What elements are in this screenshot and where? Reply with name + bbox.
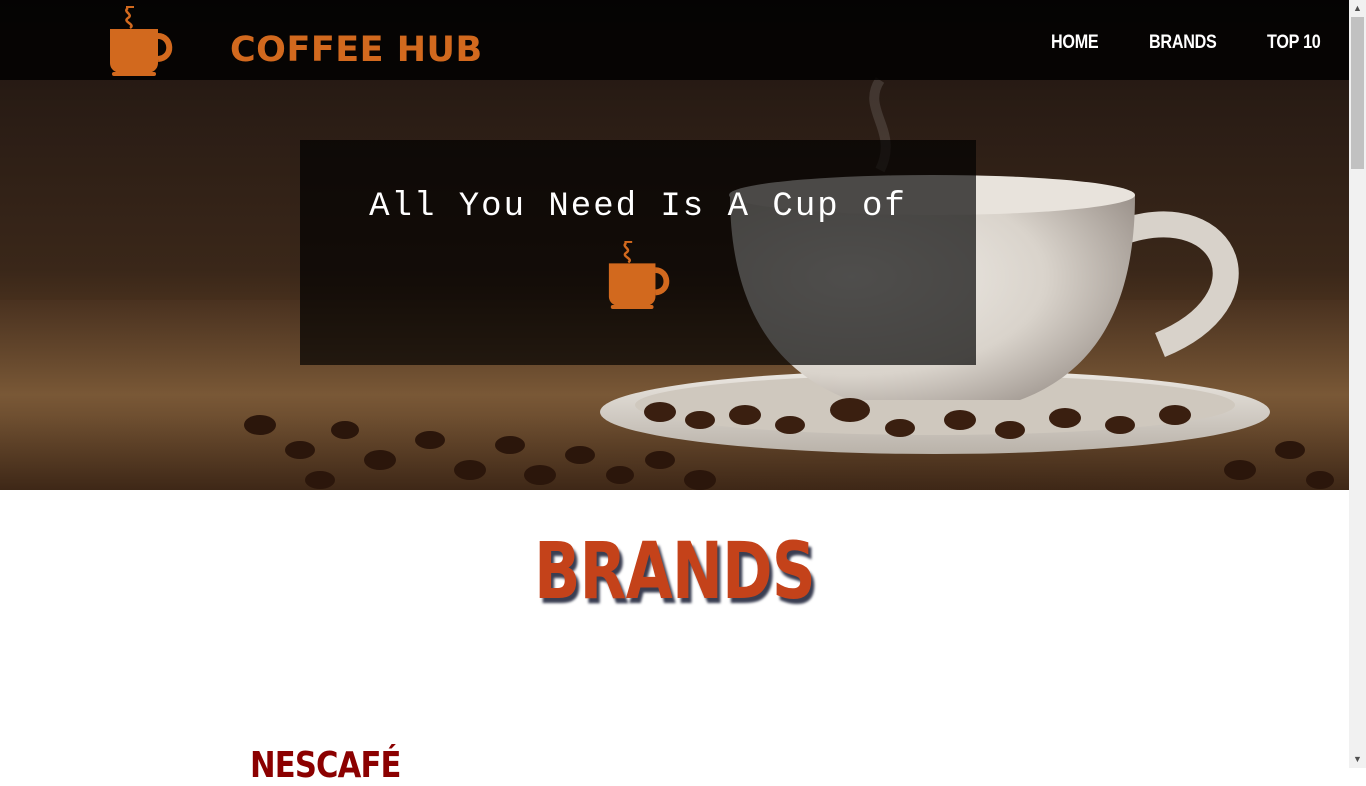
vertical-scrollbar[interactable]: ▲ ▼ [1349, 0, 1366, 768]
scrollbar-thumb[interactable] [1351, 17, 1364, 169]
nav-link-brands[interactable]: BRANDS [1149, 32, 1217, 54]
scroll-down-arrow-icon[interactable]: ▼ [1349, 751, 1366, 768]
coffee-cup-icon [608, 241, 670, 309]
hero-tagline: All You Need Is A Cup of [369, 188, 907, 226]
nav-link-top10[interactable]: TOP 10 [1267, 32, 1321, 54]
brands-heading: BRANDS [534, 527, 816, 617]
site-title[interactable]: COFFEE HUB [230, 33, 483, 68]
hero-tagline-box: All You Need Is A Cup of [300, 140, 976, 365]
brand-title-nescafe: NESCAFÉ [250, 745, 401, 786]
nav-link-home[interactable]: HOME [1051, 32, 1099, 54]
scroll-up-arrow-icon[interactable]: ▲ [1349, 0, 1366, 17]
navbar: COFFEE HUB HOME BRANDS TOP 10 [0, 0, 1349, 80]
coffee-cup-icon[interactable] [106, 3, 174, 77]
